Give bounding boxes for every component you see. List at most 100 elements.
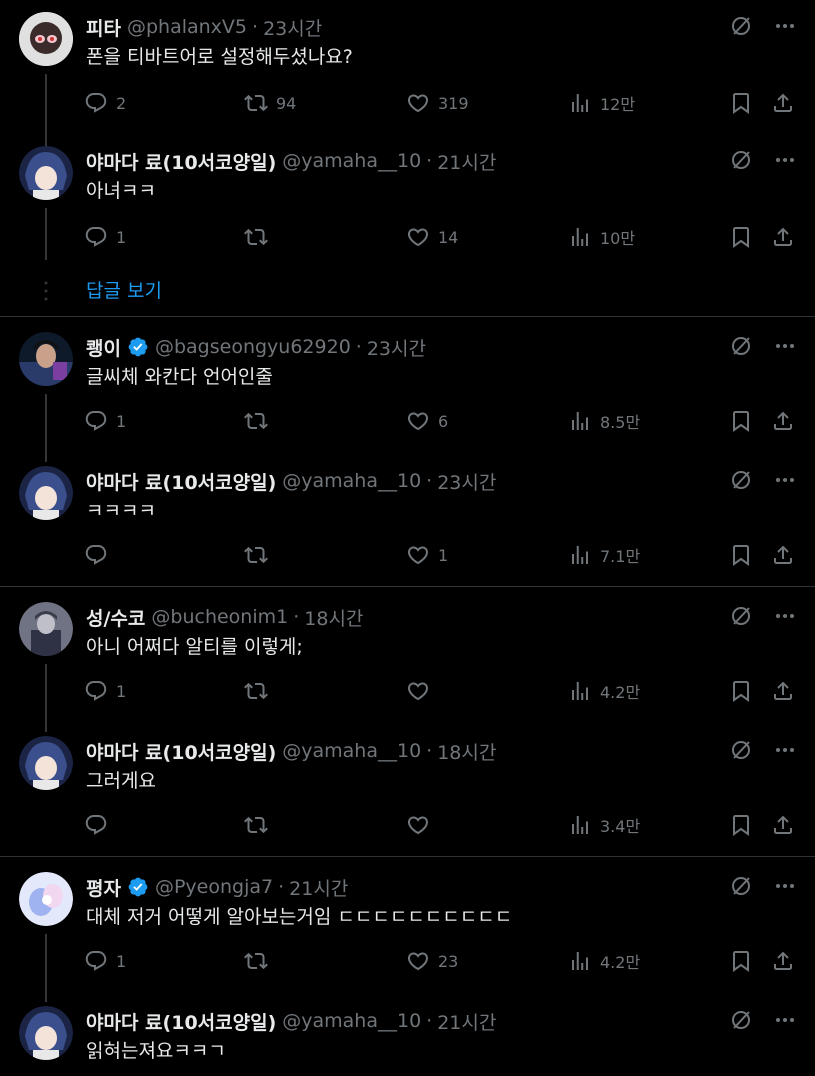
bookmark-button[interactable] <box>729 88 761 118</box>
like-button[interactable]: 1 <box>406 540 448 570</box>
grok-icon[interactable] <box>729 604 753 628</box>
share-button[interactable] <box>771 810 803 840</box>
timestamp[interactable]: 21시간 <box>437 148 496 175</box>
handle[interactable]: @yamaha__10 <box>282 150 421 172</box>
avatar[interactable] <box>19 872 73 926</box>
views-button[interactable]: 10만 <box>568 222 635 252</box>
display-name[interactable]: 야마다 료(10서코양일) <box>86 148 276 175</box>
bookmark-button[interactable] <box>729 810 761 840</box>
grok-icon[interactable] <box>729 738 753 762</box>
tweet-header: 평자 @Pyeongja7 · 21시간 <box>86 872 348 902</box>
more-icon[interactable] <box>773 738 797 762</box>
share-button[interactable] <box>771 222 803 252</box>
show-replies-link[interactable]: 답글 보기 <box>86 276 162 303</box>
avatar[interactable] <box>19 736 73 790</box>
retweet-button[interactable] <box>244 676 276 706</box>
display-name[interactable]: 피타 <box>86 14 121 41</box>
reply-button[interactable]: 1 <box>84 946 126 976</box>
avatar[interactable] <box>19 12 73 66</box>
timestamp[interactable]: 23시간 <box>263 14 322 41</box>
heart-icon <box>406 225 430 249</box>
views-button[interactable]: 8.5만 <box>568 406 640 436</box>
bookmark-button[interactable] <box>729 406 761 436</box>
avatar[interactable] <box>19 466 73 520</box>
avatar[interactable] <box>19 332 73 386</box>
views-button[interactable]: 12만 <box>568 88 635 118</box>
share-button[interactable] <box>771 406 803 436</box>
more-icon[interactable] <box>773 604 797 628</box>
more-icon[interactable] <box>773 1008 797 1032</box>
handle[interactable]: @yamaha__10 <box>282 740 421 762</box>
handle[interactable]: @yamaha__10 <box>282 1010 421 1032</box>
share-button[interactable] <box>771 946 803 976</box>
share-button[interactable] <box>771 676 803 706</box>
like-button[interactable]: 319 <box>406 88 469 118</box>
grok-icon[interactable] <box>729 14 753 38</box>
more-icon[interactable] <box>773 14 797 38</box>
retweet-button[interactable] <box>244 540 276 570</box>
avatar[interactable] <box>19 602 73 656</box>
display-name[interactable]: 야마다 료(10서코양일) <box>86 738 276 765</box>
like-count: 1 <box>438 545 449 565</box>
retweet-button[interactable] <box>244 406 276 436</box>
more-icon[interactable] <box>773 874 797 898</box>
view-count: 12만 <box>600 95 636 114</box>
views-button[interactable]: 3.4만 <box>568 810 640 840</box>
avatar[interactable] <box>19 1006 73 1060</box>
more-icon[interactable] <box>773 148 797 172</box>
share-button[interactable] <box>771 88 803 118</box>
reply-icon <box>84 225 108 249</box>
handle[interactable]: @bucheonim1 <box>151 606 288 628</box>
more-icon[interactable] <box>773 468 797 492</box>
reply-button[interactable]: 1 <box>84 222 126 252</box>
retweet-button[interactable]: 94 <box>244 88 296 118</box>
like-button[interactable]: 23 <box>406 946 458 976</box>
display-name[interactable]: 성/수코 <box>86 604 145 631</box>
timestamp[interactable]: 18시간 <box>437 738 496 765</box>
views-button[interactable]: 4.2만 <box>568 676 640 706</box>
share-button[interactable] <box>771 540 803 570</box>
timestamp[interactable]: 18시간 <box>304 604 363 631</box>
tweet-top-actions <box>729 334 797 358</box>
bookmark-icon <box>729 679 753 703</box>
display-name[interactable]: 쾡이 <box>86 334 121 361</box>
views-button[interactable]: 7.1만 <box>568 540 640 570</box>
grok-icon[interactable] <box>729 148 753 172</box>
reply-button[interactable] <box>84 540 116 570</box>
handle[interactable]: @Pyeongja7 <box>155 876 273 898</box>
display-name[interactable]: 평자 <box>86 874 121 901</box>
reply-icon <box>84 409 108 433</box>
retweet-button[interactable] <box>244 222 276 252</box>
grok-icon[interactable] <box>729 468 753 492</box>
bookmark-button[interactable] <box>729 676 761 706</box>
more-icon[interactable] <box>773 334 797 358</box>
timestamp[interactable]: 21시간 <box>437 1008 496 1035</box>
grok-icon[interactable] <box>729 874 753 898</box>
grok-icon[interactable] <box>729 1008 753 1032</box>
grok-icon[interactable] <box>729 334 753 358</box>
handle[interactable]: @yamaha__10 <box>282 470 421 492</box>
like-button[interactable] <box>406 676 438 706</box>
handle[interactable]: @bagseongyu62920 <box>155 336 351 358</box>
views-button[interactable]: 4.2만 <box>568 946 640 976</box>
reply-button[interactable]: 2 <box>84 88 126 118</box>
reply-button[interactable]: 1 <box>84 676 126 706</box>
reply-button[interactable] <box>84 810 116 840</box>
timestamp[interactable]: 23시간 <box>367 334 426 361</box>
bookmark-button[interactable] <box>729 946 761 976</box>
display-name[interactable]: 야마다 료(10서코양일) <box>86 468 276 495</box>
bookmark-button[interactable] <box>729 222 761 252</box>
like-button[interactable] <box>406 810 438 840</box>
like-button[interactable]: 6 <box>406 406 448 436</box>
timestamp[interactable]: 23시간 <box>437 468 496 495</box>
retweet-button[interactable] <box>244 810 276 840</box>
avatar[interactable] <box>19 146 73 200</box>
bookmark-button[interactable] <box>729 540 761 570</box>
handle[interactable]: @phalanxV5 <box>127 16 247 38</box>
like-button[interactable]: 14 <box>406 222 458 252</box>
timestamp[interactable]: 21시간 <box>289 874 348 901</box>
retweet-button[interactable] <box>244 946 276 976</box>
display-name[interactable]: 야마다 료(10서코양일) <box>86 1008 276 1035</box>
reply-button[interactable]: 1 <box>84 406 126 436</box>
views-icon <box>568 543 592 567</box>
